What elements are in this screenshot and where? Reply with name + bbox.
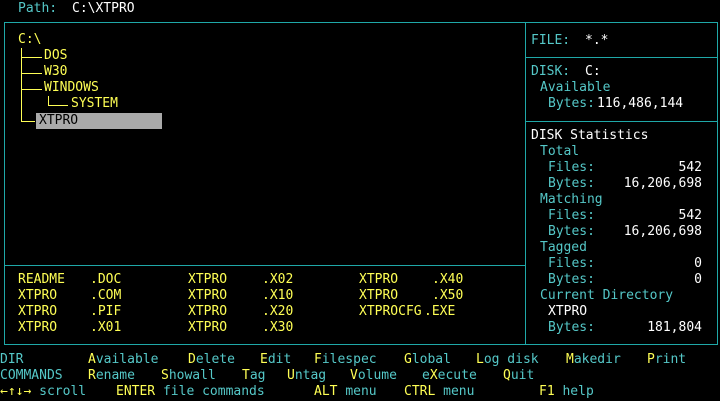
current-dir-bytes-label: Bytes: [548,320,595,335]
tree-root[interactable]: C:\ [18,32,41,48]
scroll-hint: ←↑↓→ scroll [0,384,87,399]
tagged-label: Tagged [540,240,587,255]
arrow-keys-icon: ←↑↓→ [0,384,32,399]
tree-item-xtpro-selected[interactable]: XTPRO [36,113,162,129]
list-item[interactable]: XTPRO [188,320,227,336]
total-bytes-label: Bytes: [548,176,595,191]
menu-quit[interactable]: Quit [503,368,534,384]
menu-edit[interactable]: Edit [260,352,291,368]
menu-commands-label: COMMANDS [0,368,63,383]
list-item-ext[interactable]: .EXE [424,304,455,320]
file-spec-value: *.* [585,33,609,48]
available-bytes: 116,486,144 [597,96,684,111]
tree-panel [4,22,526,266]
disk-stats-title: DISK Statistics [531,128,649,143]
tree-branch-line [21,57,42,58]
file-spec-label: FILE: [531,33,571,48]
path-value: C:\XTPRO [72,1,135,16]
menu-rename[interactable]: Rename [88,368,135,384]
list-item[interactable]: XTPRO [359,272,398,288]
total-bytes: 16,206,698 [623,176,702,191]
list-item[interactable]: README [18,272,65,288]
tree-branch-line [21,121,35,122]
tree-item-w30[interactable]: W30 [44,64,67,80]
list-item-ext[interactable]: .X20 [262,304,293,320]
disk-value: C: [585,64,601,79]
list-item[interactable]: XTPRO [359,288,398,304]
menu-print[interactable]: Print [647,352,686,368]
list-item[interactable]: XTPRO [18,288,57,304]
total-files-label: Files: [548,160,595,175]
list-item[interactable]: XTPRO [188,272,227,288]
matching-bytes: 16,206,698 [623,224,702,239]
menu-filespec[interactable]: Filespec [314,352,377,368]
enter-hint: ENTER file commands [116,384,265,399]
tagged-bytes: 0 [694,272,702,287]
menu-dir-label: DIR [0,352,24,367]
menu-untag[interactable]: Untag [287,368,326,384]
list-item-ext[interactable]: .X50 [432,288,463,304]
tree-branch-line [21,73,42,74]
matching-label: Matching [540,192,603,207]
list-item-ext[interactable]: .X40 [432,272,463,288]
menu-global[interactable]: Global [404,352,451,368]
list-item[interactable]: XTPRO [18,304,57,320]
list-item-ext[interactable]: .X10 [262,288,293,304]
menu-delete[interactable]: Delete [188,352,235,368]
tree-branch-line [48,105,68,106]
current-dir-bytes: 181,804 [647,320,702,335]
path-label: Path: [18,1,58,16]
tagged-files-label: Files: [548,256,595,271]
list-item[interactable]: XTPRO [18,320,57,336]
disk-label: DISK: [531,64,571,79]
f1-help-hint[interactable]: F1 help [539,384,594,400]
list-item[interactable]: XTPRO [188,288,227,304]
tree-branch-line [48,96,49,105]
menu-tag[interactable]: Tag [242,368,265,384]
list-item-ext[interactable]: .X02 [262,272,293,288]
list-item[interactable]: XTPROCFG [359,304,422,320]
tagged-bytes-label: Bytes: [548,272,595,287]
current-dir-label: Current Directory [540,288,674,303]
alt-hint: ALT menu [314,384,377,399]
list-item[interactable]: XTPRO [188,304,227,320]
matching-bytes-label: Bytes: [548,224,595,239]
list-item-ext[interactable]: .X01 [90,320,121,336]
matching-files-label: Files: [548,208,595,223]
available-bytes-label: Bytes: [548,96,595,111]
ctrl-hint: CTRL menu [404,384,475,399]
tree-item-windows[interactable]: WINDOWS [44,80,99,96]
total-label: Total [540,144,580,159]
tree-item-system[interactable]: SYSTEM [71,96,118,112]
tagged-files: 0 [694,256,702,271]
tree-trunk-line [21,48,22,121]
current-dir-name: XTPRO [548,304,588,319]
menu-volume[interactable]: Volume [350,368,397,384]
menu-showall[interactable]: Showall [161,368,216,384]
matching-files: 542 [678,208,702,223]
menu-makedir[interactable]: Makedir [566,352,621,368]
list-item-ext[interactable]: .X30 [262,320,293,336]
available-label: Available [540,80,611,95]
list-item-ext[interactable]: .PIF [90,304,121,320]
menu-execute[interactable]: eXecute [422,368,477,384]
list-item-ext[interactable]: .COM [90,288,121,304]
menu-log-disk[interactable]: Log disk [476,352,539,368]
list-item-ext[interactable]: .DOC [90,272,121,288]
menu-available[interactable]: Available [88,352,158,368]
tree-item-dos[interactable]: DOS [44,48,67,64]
total-files: 542 [678,160,702,175]
tree-branch-line [21,89,42,90]
